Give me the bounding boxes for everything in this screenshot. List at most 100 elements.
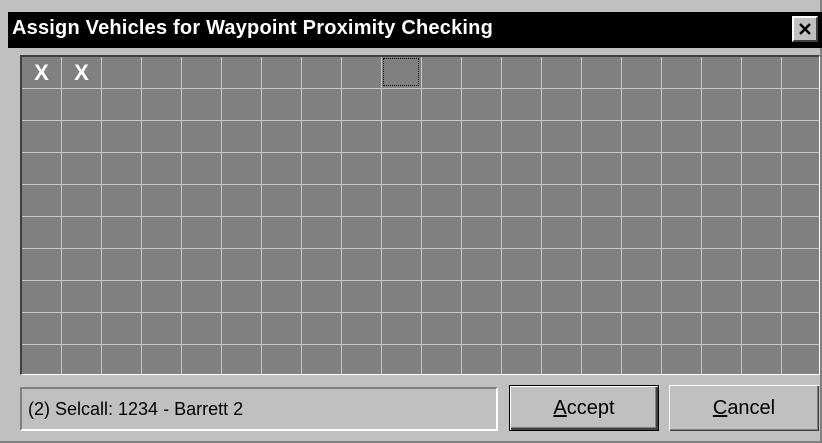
vehicle-cell-checked[interactable]: X bbox=[22, 57, 62, 89]
vehicle-cell[interactable] bbox=[542, 249, 582, 281]
vehicle-cell[interactable] bbox=[462, 153, 502, 185]
vehicle-cell[interactable] bbox=[422, 185, 462, 217]
vehicle-cell[interactable] bbox=[742, 313, 782, 345]
vehicle-cell[interactable] bbox=[782, 57, 819, 89]
vehicle-cell[interactable] bbox=[502, 185, 542, 217]
vehicle-grid[interactable]: XX bbox=[22, 57, 819, 374]
vehicle-cell[interactable] bbox=[702, 249, 742, 281]
vehicle-cell[interactable] bbox=[622, 249, 662, 281]
vehicle-cell[interactable] bbox=[142, 313, 182, 345]
vehicle-cell[interactable] bbox=[542, 313, 582, 345]
vehicle-cell[interactable] bbox=[182, 345, 222, 374]
vehicle-cell[interactable] bbox=[182, 217, 222, 249]
vehicle-cell[interactable] bbox=[22, 313, 62, 345]
vehicle-cell[interactable] bbox=[582, 89, 622, 121]
vehicle-cell[interactable] bbox=[302, 121, 342, 153]
vehicle-cell[interactable] bbox=[222, 217, 262, 249]
cancel-button[interactable]: Cancel bbox=[669, 385, 819, 431]
vehicle-cell[interactable] bbox=[502, 345, 542, 374]
vehicle-cell[interactable] bbox=[382, 281, 422, 313]
vehicle-cell[interactable] bbox=[222, 249, 262, 281]
vehicle-cell[interactable] bbox=[542, 57, 582, 89]
vehicle-cell[interactable] bbox=[422, 249, 462, 281]
vehicle-cell[interactable] bbox=[582, 185, 622, 217]
vehicle-cell[interactable] bbox=[62, 313, 102, 345]
vehicle-cell[interactable] bbox=[462, 217, 502, 249]
vehicle-cell[interactable] bbox=[742, 281, 782, 313]
vehicle-cell[interactable] bbox=[302, 281, 342, 313]
vehicle-cell[interactable] bbox=[662, 345, 702, 374]
vehicle-cell[interactable] bbox=[782, 153, 819, 185]
vehicle-cell[interactable] bbox=[142, 153, 182, 185]
vehicle-cell[interactable] bbox=[22, 121, 62, 153]
vehicle-cell[interactable] bbox=[262, 345, 302, 374]
vehicle-cell[interactable] bbox=[662, 121, 702, 153]
vehicle-cell[interactable] bbox=[502, 249, 542, 281]
vehicle-cell[interactable] bbox=[382, 313, 422, 345]
vehicle-cell[interactable] bbox=[382, 217, 422, 249]
vehicle-cell[interactable] bbox=[742, 57, 782, 89]
vehicle-cell[interactable] bbox=[502, 89, 542, 121]
vehicle-cell[interactable] bbox=[182, 185, 222, 217]
vehicle-cell[interactable] bbox=[102, 89, 142, 121]
vehicle-cell[interactable] bbox=[622, 217, 662, 249]
vehicle-cell[interactable] bbox=[302, 57, 342, 89]
vehicle-cell[interactable] bbox=[382, 121, 422, 153]
vehicle-cell[interactable] bbox=[382, 89, 422, 121]
vehicle-cell[interactable] bbox=[502, 121, 542, 153]
vehicle-cell[interactable] bbox=[102, 121, 142, 153]
vehicle-cell[interactable] bbox=[342, 57, 382, 89]
vehicle-cell[interactable] bbox=[62, 281, 102, 313]
vehicle-cell[interactable] bbox=[382, 185, 422, 217]
vehicle-cell[interactable] bbox=[462, 89, 502, 121]
vehicle-cell[interactable] bbox=[302, 217, 342, 249]
vehicle-cell[interactable] bbox=[422, 153, 462, 185]
vehicle-cell[interactable] bbox=[62, 153, 102, 185]
vehicle-cell[interactable] bbox=[302, 313, 342, 345]
vehicle-cell[interactable] bbox=[102, 185, 142, 217]
vehicle-cell[interactable] bbox=[262, 153, 302, 185]
vehicle-cell[interactable] bbox=[182, 57, 222, 89]
vehicle-cell[interactable] bbox=[222, 89, 262, 121]
vehicle-cell[interactable] bbox=[62, 89, 102, 121]
vehicle-cell[interactable] bbox=[222, 121, 262, 153]
vehicle-cell[interactable] bbox=[342, 345, 382, 374]
vehicle-cell[interactable] bbox=[622, 153, 662, 185]
vehicle-cell[interactable] bbox=[502, 217, 542, 249]
vehicle-cell[interactable] bbox=[782, 345, 819, 374]
vehicle-cell[interactable] bbox=[182, 153, 222, 185]
vehicle-cell[interactable] bbox=[702, 185, 742, 217]
vehicle-cell[interactable] bbox=[542, 89, 582, 121]
title-bar[interactable]: Assign Vehicles for Waypoint Proximity C… bbox=[8, 12, 822, 48]
vehicle-cell[interactable] bbox=[702, 281, 742, 313]
vehicle-cell[interactable] bbox=[622, 121, 662, 153]
vehicle-cell[interactable] bbox=[582, 121, 622, 153]
vehicle-cell[interactable] bbox=[422, 121, 462, 153]
vehicle-cell[interactable] bbox=[542, 345, 582, 374]
vehicle-cell[interactable] bbox=[262, 121, 302, 153]
vehicle-cell[interactable] bbox=[702, 217, 742, 249]
vehicle-cell[interactable] bbox=[622, 313, 662, 345]
vehicle-cell[interactable] bbox=[422, 89, 462, 121]
vehicle-cell[interactable] bbox=[782, 249, 819, 281]
vehicle-cell[interactable] bbox=[142, 281, 182, 313]
vehicle-cell[interactable] bbox=[342, 281, 382, 313]
vehicle-cell[interactable] bbox=[182, 249, 222, 281]
vehicle-cell[interactable] bbox=[742, 153, 782, 185]
vehicle-cell[interactable] bbox=[342, 249, 382, 281]
vehicle-cell[interactable] bbox=[142, 217, 182, 249]
vehicle-cell[interactable] bbox=[22, 249, 62, 281]
vehicle-cell[interactable] bbox=[102, 249, 142, 281]
vehicle-cell[interactable] bbox=[102, 281, 142, 313]
vehicle-cell[interactable] bbox=[62, 249, 102, 281]
vehicle-cell[interactable] bbox=[702, 89, 742, 121]
vehicle-cell[interactable] bbox=[142, 185, 182, 217]
vehicle-cell[interactable] bbox=[622, 57, 662, 89]
vehicle-cell[interactable] bbox=[262, 313, 302, 345]
vehicle-cell[interactable] bbox=[422, 217, 462, 249]
vehicle-cell[interactable] bbox=[142, 121, 182, 153]
vehicle-cell[interactable] bbox=[462, 185, 502, 217]
vehicle-cell[interactable] bbox=[422, 57, 462, 89]
vehicle-cell[interactable] bbox=[222, 57, 262, 89]
vehicle-cell[interactable] bbox=[502, 153, 542, 185]
